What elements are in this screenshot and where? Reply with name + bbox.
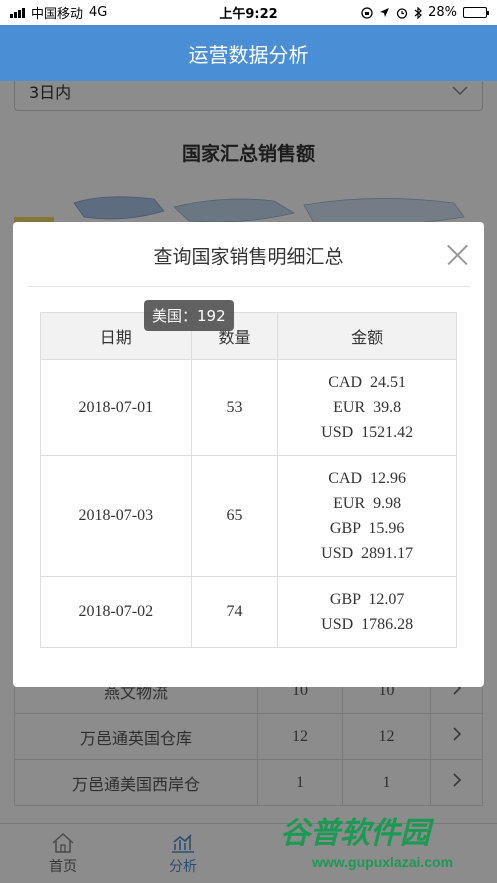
sales-detail-table: 日期 数量 金额 2018-07-01 53 CAD 24.51 EUR 39.8 US…	[40, 312, 457, 648]
table-header-row: 日期 数量 金额	[40, 312, 457, 360]
watermark-url: www.gupuxlazai.com	[312, 854, 454, 870]
watermark-logo: 谷普软件园 www.gupuxlazai.com	[272, 808, 497, 883]
qty-cell: 74	[190, 576, 279, 648]
modal-divider	[27, 286, 470, 287]
date-cell: 2018-07-01	[40, 359, 192, 456]
qty-cell: 53	[190, 359, 279, 456]
modal-title: 查询国家销售明细汇总	[153, 246, 344, 268]
signal-icon	[10, 7, 25, 18]
status-left: 中国移动 4G	[10, 3, 107, 22]
column-header-amount: 金额	[277, 312, 457, 360]
bluetooth-icon	[414, 6, 422, 19]
carrier-label: 中国移动	[31, 7, 84, 22]
detail-modal: 查询国家销售明细汇总 日期 数量 金额 2018-07-01 53 CAD 24.5…	[13, 222, 484, 687]
status-right: 28%	[361, 5, 489, 20]
alarm-icon	[396, 7, 408, 19]
amount-line: EUR 39.8	[333, 399, 402, 416]
battery-percent: 28%	[428, 5, 457, 20]
amount-cell: CAD 24.51 EUR 39.8 USD 1521.42	[277, 359, 457, 456]
map-tooltip: 美国：192	[144, 300, 234, 331]
battery-icon	[463, 7, 489, 18]
qty-cell: 65	[190, 455, 279, 577]
page-header: 运营数据分析	[0, 25, 497, 81]
rotation-lock-icon	[361, 6, 373, 19]
page-title: 运营数据分析	[188, 42, 309, 67]
amount-line: CAD 24.51	[328, 374, 407, 391]
date-cell: 2018-07-02	[40, 576, 192, 648]
status-bar: 中国移动 4G 上午9:22 28%	[0, 0, 497, 25]
amount-cell: GBP 12.07 USD 1786.28	[277, 576, 457, 648]
amount-line: USD 2891.17	[321, 545, 414, 562]
amount-line: GBP 12.07	[329, 591, 405, 608]
location-icon	[380, 8, 390, 17]
close-icon[interactable]	[446, 244, 468, 266]
amount-line: USD 1786.28	[321, 616, 414, 633]
watermark-text: 谷普软件园	[280, 816, 430, 851]
table-row: 2018-07-01 53 CAD 24.51 EUR 39.8 USD 1521.42	[40, 359, 457, 456]
amount-line: CAD 12.96	[328, 470, 407, 487]
table-row: 2018-07-03 65 CAD 12.96 EUR 9.98 GBP 15.96 US…	[40, 455, 457, 577]
amount-line: EUR 9.98	[333, 495, 402, 512]
amount-line: GBP 15.96	[329, 520, 405, 537]
date-cell: 2018-07-03	[40, 455, 192, 577]
amount-line: USD 1521.42	[321, 424, 414, 441]
network-label: 4G	[89, 5, 108, 20]
table-row: 2018-07-02 74 GBP 12.07 USD 1786.28	[40, 576, 457, 648]
amount-cell: CAD 12.96 EUR 9.98 GBP 15.96 USD 2891.17	[277, 455, 457, 577]
